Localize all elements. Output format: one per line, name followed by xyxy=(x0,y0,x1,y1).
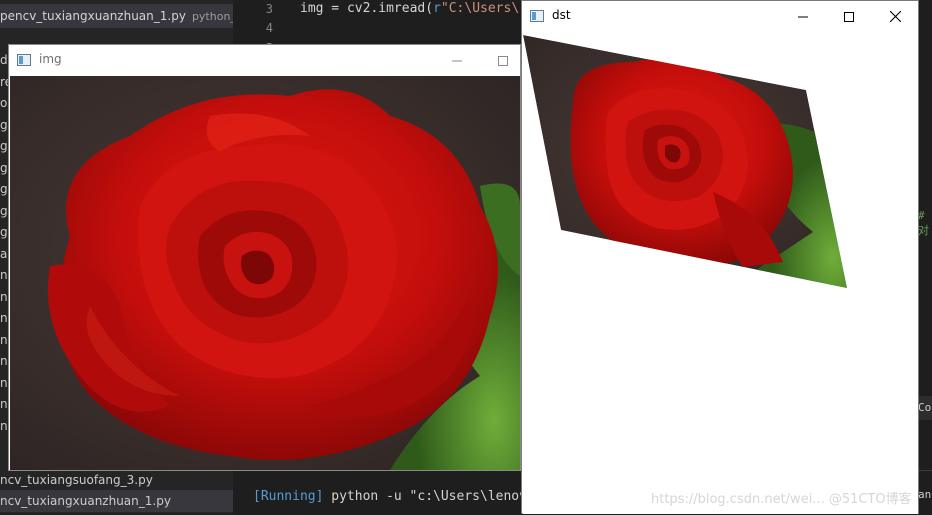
explorer-truncated-item[interactable]: nc xyxy=(0,308,14,330)
dst-window-title: dst xyxy=(552,8,571,22)
minimize-button[interactable] xyxy=(434,45,480,76)
explorer-truncated-item[interactable]: re xyxy=(0,72,12,94)
explorer-truncated-item[interactable]: de xyxy=(0,50,15,72)
explorer-truncated-item[interactable]: g( xyxy=(0,222,12,244)
explorer-truncated-item[interactable]: g( xyxy=(0,201,12,223)
terminal-output: [Running] python -u "c:\Users\lenov xyxy=(253,489,527,504)
img-canvas xyxy=(10,76,520,470)
explorer-truncated-item[interactable]: nc xyxy=(0,394,14,416)
minimize-button[interactable] xyxy=(780,1,826,32)
explorer-truncated-item[interactable]: or xyxy=(0,93,12,115)
explorer-truncated-item[interactable]: g( xyxy=(0,179,12,201)
dst-window[interactable]: dst https://blog.csdn.net/wei... @51CTO博… xyxy=(521,0,919,514)
rose-image xyxy=(10,76,520,470)
explorer-truncated-item[interactable]: g( xyxy=(0,136,12,158)
explorer-truncated-item[interactable]: ac xyxy=(0,244,14,266)
code-line-imread[interactable]: img = cv2.imread(r"C:\Users\ xyxy=(300,1,519,16)
editor-tab-filename: pencv_tuxiangxuanzhuan_1.py xyxy=(0,9,186,23)
terminal-command: python -u "c:\Users\lenov xyxy=(331,489,527,504)
explorer-truncated-item[interactable]: g( xyxy=(0,115,12,137)
code-string: "C:\Users\ xyxy=(440,1,520,16)
opencv-window-icon xyxy=(17,54,31,66)
explorer-truncated-item[interactable]: nc xyxy=(0,265,14,287)
close-icon xyxy=(889,11,901,22)
minimize-icon xyxy=(798,16,808,17)
line-number: 4 xyxy=(265,21,273,35)
file-item-label: ncv_tuxiangsuofang_3.py xyxy=(0,473,153,487)
code-raw-prefix: r xyxy=(433,1,441,16)
dst-canvas: https://blog.csdn.net/wei... @51CTO博客 xyxy=(523,32,918,514)
code-text: img = cv2.imread( xyxy=(300,1,434,16)
watermark-text: https://blog.csdn.net/wei... @51CTO博客 xyxy=(651,492,912,507)
maximize-button[interactable] xyxy=(826,1,872,32)
maximize-icon xyxy=(498,55,508,66)
right-trailing-text: an xyxy=(918,488,932,501)
file-item-label: ncv_tuxiangxuanzhuan_1.py xyxy=(0,494,171,508)
close-button[interactable] xyxy=(872,1,918,32)
right-comment-hint: #对 xyxy=(918,209,929,237)
explorer-truncated-item[interactable]: ge xyxy=(0,158,15,180)
img-window[interactable]: img xyxy=(8,44,521,471)
file-item-xuanzhuan[interactable]: ncv_tuxiangxuanzhuan_1.py xyxy=(0,490,233,512)
explorer-truncated-item[interactable]: nc xyxy=(0,287,14,309)
explorer-truncated-item[interactable]: nc xyxy=(0,373,14,395)
img-titlebar[interactable]: img xyxy=(9,45,520,76)
opencv-window-icon xyxy=(530,10,544,22)
editor-tab-active[interactable]: pencv_tuxiangxuanzhuan_1.py python_... xyxy=(0,4,233,28)
editor-tab-description: python_... xyxy=(191,10,233,23)
right-output-label: Co xyxy=(918,401,932,414)
explorer-truncated-item[interactable]: nc xyxy=(0,416,14,438)
explorer-truncated-items: dereorg(g(geg(g(g(acncncncncncncncnc xyxy=(0,50,15,438)
line-number: 3 xyxy=(265,2,273,16)
explorer-truncated-item[interactable]: nc xyxy=(0,330,14,352)
dst-titlebar[interactable]: dst xyxy=(522,1,918,32)
img-window-title: img xyxy=(39,52,62,66)
maximize-icon xyxy=(844,11,854,22)
explorer-truncated-item[interactable]: nc xyxy=(0,351,14,373)
minimize-icon xyxy=(452,60,462,61)
maximize-button[interactable] xyxy=(480,45,526,76)
warped-rose-image xyxy=(523,35,847,288)
terminal-running-tag: [Running] xyxy=(253,489,324,504)
file-item-suofang[interactable]: ncv_tuxiangsuofang_3.py xyxy=(0,469,233,491)
